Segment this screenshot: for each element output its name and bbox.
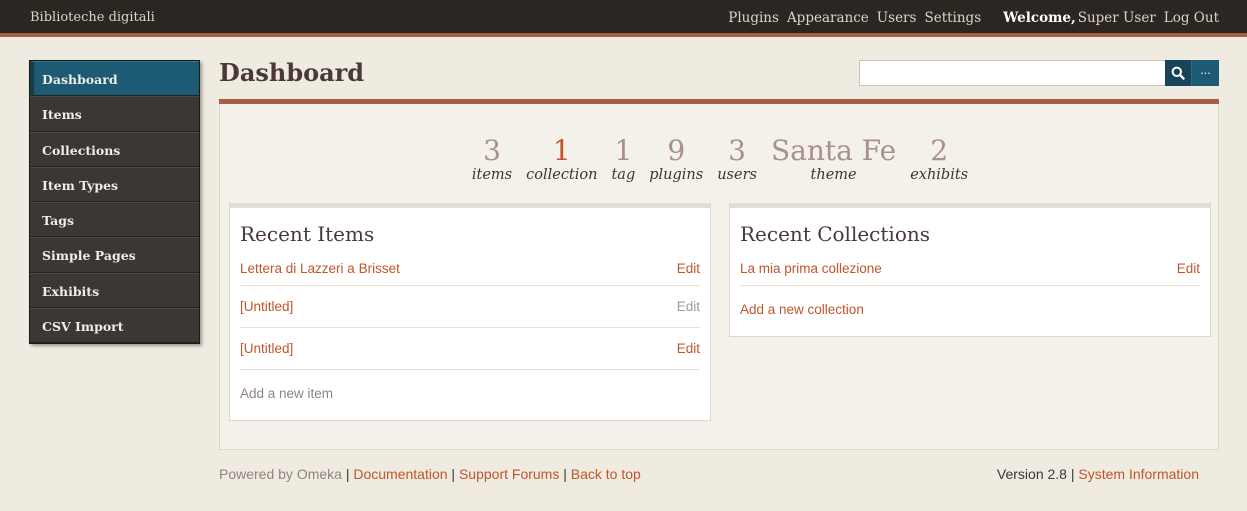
collection-link[interactable]: La mia prima collezione	[740, 261, 882, 276]
sidebar-item-dashboard[interactable]: Dashboard	[30, 61, 199, 97]
edit-link[interactable]: Edit	[677, 299, 700, 314]
site-title[interactable]: Biblioteche digitali	[30, 10, 155, 25]
current-user-link[interactable]: Super User	[1078, 10, 1156, 26]
nav-settings[interactable]: Settings	[924, 10, 981, 26]
search-input[interactable]	[860, 61, 1165, 85]
top-nav: Plugins Appearance Users Settings Welcom…	[728, 10, 1219, 26]
stat-users[interactable]: 3 users	[710, 134, 764, 183]
list-item: [Untitled] Edit	[240, 286, 700, 328]
dashboard-panel: 3 items 1 collection 1 tag 9 plugins 3 u…	[219, 104, 1219, 450]
stat-tags[interactable]: 1 tag	[604, 134, 642, 183]
sidebar-item-items[interactable]: Items	[30, 96, 199, 132]
stat-label: exhibits	[910, 167, 969, 183]
recent-items-panel: Recent Items Lettera di Lazzeri a Brisse…	[229, 203, 711, 421]
stat-value: 3	[483, 134, 501, 167]
support-forums-link[interactable]: Support Forums	[459, 466, 559, 482]
item-link[interactable]: Lettera di Lazzeri a Brisset	[240, 261, 400, 276]
stat-theme[interactable]: Santa Fe theme	[764, 134, 903, 183]
version-text: Version 2.8	[996, 466, 1067, 482]
search-form: ...	[859, 60, 1219, 86]
footer: Powered by Omeka | Documentation | Suppo…	[219, 466, 1199, 482]
recent-collections-title: Recent Collections	[740, 222, 930, 246]
stat-label: plugins	[649, 167, 704, 183]
stat-value: 3	[728, 134, 746, 167]
page-title: Dashboard	[219, 58, 365, 87]
stat-value: 2	[930, 134, 949, 167]
list-item: [Untitled] Edit	[240, 328, 700, 370]
documentation-link[interactable]: Documentation	[353, 466, 447, 482]
stat-exhibits[interactable]: 2 exhibits	[903, 134, 975, 183]
stat-label: users	[717, 167, 757, 183]
footer-version: Version 2.8 | System Information	[997, 466, 1199, 482]
top-bar: Biblioteche digitali Plugins Appearance …	[0, 0, 1247, 37]
footer-separator: |	[559, 466, 571, 482]
nav-users[interactable]: Users	[877, 10, 917, 26]
add-item-link[interactable]: Add a new item	[240, 386, 333, 401]
add-row: Add a new item	[240, 370, 700, 416]
nav-appearance[interactable]: Appearance	[787, 10, 869, 26]
add-collection-link[interactable]: Add a new collection	[740, 302, 864, 317]
edit-link[interactable]: Edit	[677, 261, 700, 276]
sidebar-item-item-types[interactable]: Item Types	[30, 166, 199, 203]
item-link[interactable]: [Untitled]	[240, 299, 293, 314]
stat-value: 9	[667, 134, 686, 167]
edit-link[interactable]: Edit	[677, 341, 700, 356]
advanced-search-button[interactable]: ...	[1192, 60, 1219, 86]
stat-value: Santa Fe	[770, 134, 897, 167]
stat-items[interactable]: 3 items	[465, 134, 519, 183]
sidebar-item-simple-pages[interactable]: Simple Pages	[30, 237, 199, 273]
sidebar-nav: Dashboard Items Collections Item Types T…	[29, 60, 200, 345]
recent-collections-panel: Recent Collections La mia prima collezio…	[729, 203, 1211, 337]
list-item: Lettera di Lazzeri a Brisset Edit	[240, 252, 700, 286]
recent-items-title: Recent Items	[240, 222, 375, 246]
sidebar-item-csv-import[interactable]: CSV Import	[30, 308, 199, 344]
logout-link[interactable]: Log Out	[1164, 10, 1219, 26]
nav-plugins[interactable]: Plugins	[728, 10, 779, 26]
search-button[interactable]	[1165, 60, 1192, 86]
item-link[interactable]: [Untitled]	[240, 341, 293, 356]
welcome-text: Welcome,	[1003, 10, 1076, 26]
footer-separator: |	[1066, 466, 1079, 482]
stat-collections[interactable]: 1 collection	[519, 134, 604, 183]
footer-links: Powered by Omeka | Documentation | Suppo…	[219, 466, 641, 482]
sidebar-item-tags[interactable]: Tags	[30, 202, 199, 238]
stats-bar: 3 items 1 collection 1 tag 9 plugins 3 u…	[220, 134, 1220, 183]
sidebar-item-collections[interactable]: Collections	[30, 131, 199, 167]
stat-value: 1	[552, 134, 571, 167]
footer-separator: |	[447, 466, 459, 482]
search-icon	[1171, 66, 1185, 80]
back-to-top-link[interactable]: Back to top	[571, 466, 641, 482]
system-information-link[interactable]: System Information	[1078, 466, 1199, 482]
sidebar-item-exhibits[interactable]: Exhibits	[30, 272, 199, 309]
stat-plugins[interactable]: 9 plugins	[642, 134, 710, 183]
stat-label: items	[471, 167, 513, 183]
list-item: La mia prima collezione Edit	[740, 252, 1200, 286]
footer-separator: |	[341, 466, 354, 482]
stat-value: 1	[614, 134, 633, 167]
stat-label: collection	[526, 167, 598, 183]
stat-label: tag	[611, 167, 636, 183]
powered-by-text: Powered by Omeka	[219, 466, 342, 482]
edit-link[interactable]: Edit	[1177, 261, 1200, 276]
add-row: Add a new collection	[740, 286, 1200, 332]
stat-label: theme	[810, 167, 857, 183]
